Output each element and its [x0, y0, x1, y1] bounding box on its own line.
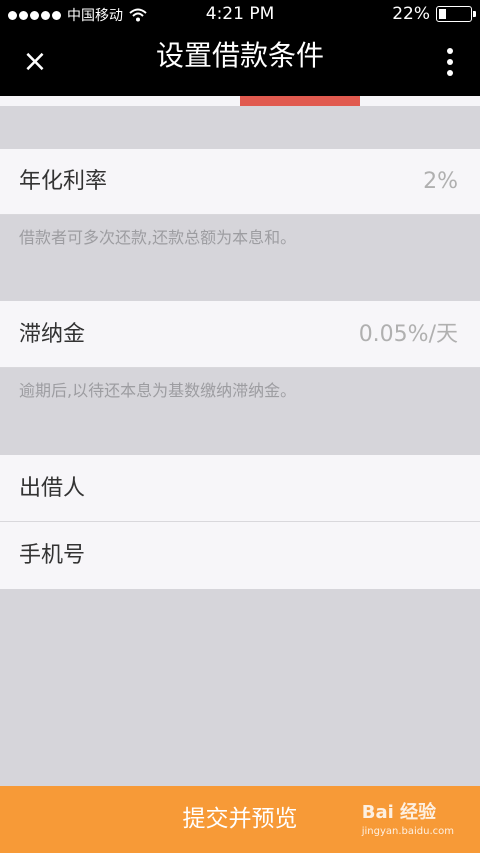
nav-bar: × 设置借款条件 — [0, 30, 480, 96]
interest-rate-row[interactable]: 年化利率 2% — [0, 149, 480, 215]
interest-rate-value[interactable]: 2% — [423, 149, 458, 215]
lender-label: 出借人 — [19, 476, 86, 501]
late-fee-value[interactable]: 0.05%/天 — [359, 301, 458, 368]
close-icon[interactable]: × — [18, 40, 52, 84]
battery-icon — [436, 6, 476, 22]
more-options-icon[interactable] — [438, 40, 462, 84]
phone-row[interactable]: 手机号 — [0, 522, 480, 589]
step-progress-track — [0, 96, 480, 106]
baidu-jingyan-watermark: Bai 经验 jingyan.baidu.com — [361, 802, 454, 837]
late-fee-row[interactable]: 滞纳金 0.05%/天 — [0, 301, 480, 368]
submit-preview-button[interactable]: 提交并预览 Bai 经验 jingyan.baidu.com — [0, 786, 480, 853]
interest-rate-label: 年化利率 — [19, 169, 108, 194]
late-fee-note: 逾期后,以待还本息为基数缴纳滞纳金。 — [19, 381, 297, 400]
battery-percent: 22% — [392, 4, 430, 24]
status-bar: 中国移动 4:21 PM 22% — [0, 0, 480, 30]
interest-rate-note: 借款者可多次还款,还款总额为本息和。 — [19, 228, 297, 247]
battery-group: 22% — [392, 4, 476, 24]
page-title: 设置借款条件 — [155, 39, 324, 72]
late-fee-label: 滞纳金 — [19, 322, 86, 347]
lender-row[interactable]: 出借人 — [0, 455, 480, 522]
step-progress-indicator — [240, 96, 360, 106]
phone-label: 手机号 — [19, 543, 86, 568]
